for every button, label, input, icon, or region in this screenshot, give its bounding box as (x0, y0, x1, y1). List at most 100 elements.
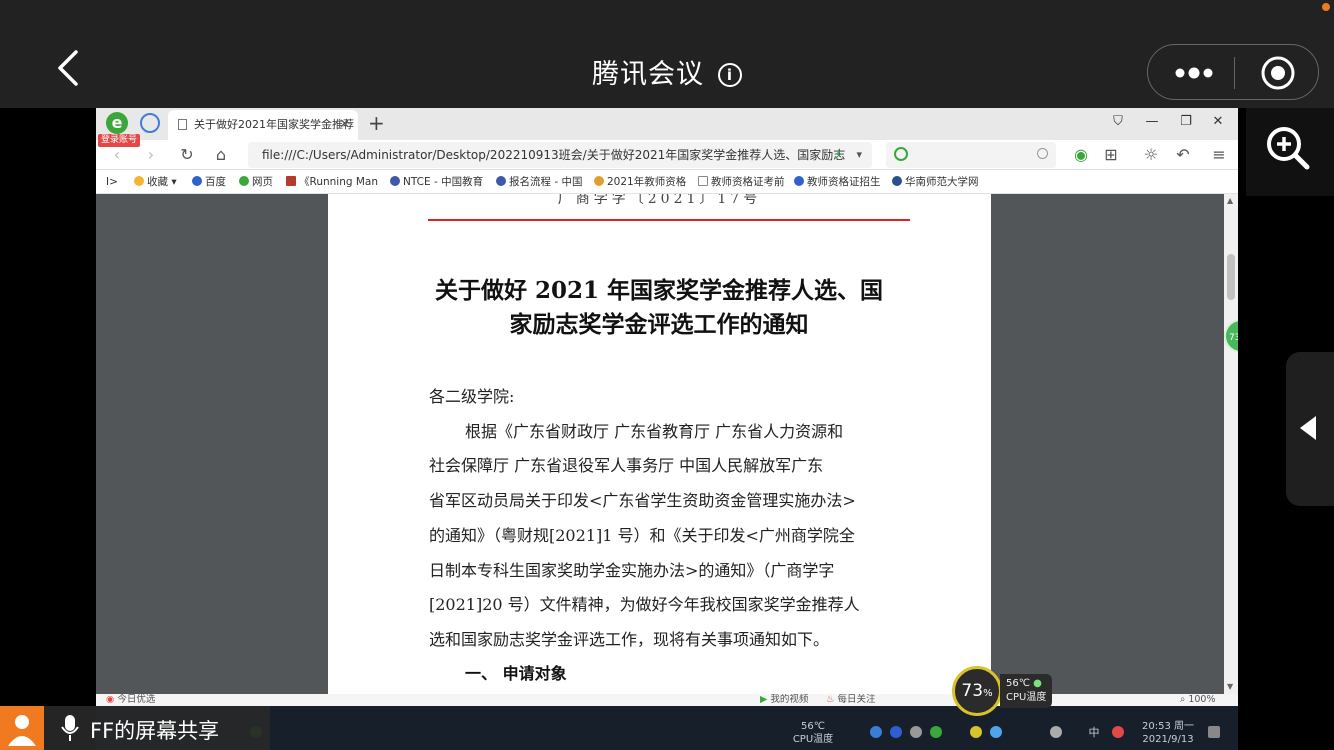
chevron-down-icon[interactable]: ▾ (856, 142, 862, 168)
tray-app-icon[interactable] (1112, 726, 1124, 738)
browser-status-bar: ◉ 今日优选 ▶ 我的视频 ♨ 每日关注 ⌕ 100% (96, 694, 1238, 706)
salutation: 各二级学院: (429, 387, 515, 406)
status-zoom[interactable]: ⌕ 100% (1180, 694, 1216, 706)
search-input[interactable] (886, 142, 1056, 168)
web-icon (239, 176, 249, 186)
bookmarks-toggle-icon[interactable]: I> (106, 175, 118, 189)
body-line: 根据《广东省财政厅 广东省教育厅 广东省人力资源和 (465, 421, 844, 441)
undo-icon[interactable]: ↶ (1174, 145, 1192, 165)
body-line: 省军区动员局关于印发<广东省学生资助资金管理实施办法> (429, 491, 856, 511)
bookmark-ntce[interactable]: NTCE - 中国教育 (390, 175, 483, 189)
tray-network-icon[interactable] (870, 726, 882, 738)
extension-icon[interactable]: ◉ (1072, 145, 1090, 165)
more-dots-icon[interactable] (1174, 65, 1214, 81)
tray-app-icon[interactable] (930, 726, 942, 738)
taskbar-clock[interactable]: 20:53 周一 2021/9/13 (1136, 720, 1200, 746)
body-line: [2021]20 号）文件精神，为做好今年我校国家奖学金推荐人 (429, 595, 860, 615)
skin-icon[interactable]: ⛉ (1108, 114, 1128, 129)
body-line: 社会保障厅 广东省退役军人事务厅 中国人民解放军广东 (429, 456, 824, 476)
browser-tab[interactable]: 关于做好2021年国家奖学金推荐 ✕ (168, 110, 358, 140)
bookmark-web[interactable]: 网页 (239, 175, 273, 189)
url-input[interactable]: file:///C:/Users/Administrator/Desktop/2… (248, 142, 872, 168)
site-icon (286, 176, 296, 186)
search-engine-icon (894, 147, 908, 161)
tray-app-icon[interactable] (890, 726, 902, 738)
refresh-icon[interactable]: ↻ (178, 145, 196, 165)
status-my-videos[interactable]: ▶ 我的视频 (760, 694, 808, 706)
status-today-picks[interactable]: ◉ 今日优选 (106, 694, 155, 706)
lightning-icon[interactable]: ⚡ (834, 142, 842, 168)
pdf-viewer[interactable]: 广商学字〔2021〕17号 关于做好 2021 年国家奖学金推荐人选、国 家励志… (96, 194, 1238, 694)
meeting-title-text: 腾讯会议 (592, 59, 704, 90)
bookmark-scnu[interactable]: 华南师范大学网 (892, 175, 979, 189)
paw-icon (192, 176, 202, 186)
notification-center-icon[interactable] (1208, 726, 1220, 738)
side-panel-toggle[interactable] (1286, 352, 1334, 506)
info-icon[interactable]: i (718, 63, 742, 87)
document-body: 各二级学院: 根据《广东省财政厅 广东省教育厅 广东省人力资源和 社会保障厅 广… (429, 380, 899, 658)
cpu-temp-label: 56℃ ● CPU温度 (1000, 674, 1052, 708)
scroll-up-icon[interactable]: ▲ (1227, 196, 1233, 205)
apps-grid-icon[interactable]: ⊞ (1102, 145, 1120, 165)
tray-volume-icon[interactable] (1050, 726, 1062, 738)
ime-indicator[interactable]: 中 (1086, 726, 1102, 739)
zoom-in-button[interactable] (1246, 108, 1334, 196)
bookmarks-bar: I> 收藏 ▾ 百度 网页 《Running Man NTCE - 中国教育 报… (96, 170, 1238, 194)
site-icon (892, 176, 902, 186)
bookmark-teacher-qualification[interactable]: 2021年教师资格 (594, 175, 686, 189)
screen-share-indicator: FF的屏幕共享 (0, 706, 270, 750)
user-icon (8, 715, 36, 746)
tab-title: 关于做好2021年国家奖学金推荐 (194, 118, 354, 131)
collapse-arrow-icon (1300, 416, 1316, 440)
tab-close-icon[interactable]: ✕ (339, 110, 350, 140)
tray-app-icon[interactable] (910, 726, 922, 738)
microphone-icon[interactable] (60, 714, 80, 742)
brightness-icon[interactable]: ☼ (1142, 145, 1160, 165)
zoom-in-icon (1267, 127, 1310, 170)
site-icon (594, 176, 604, 186)
browser-logo-icon[interactable]: e (106, 112, 128, 134)
meeting-title: 腾讯会议 i (0, 52, 1334, 91)
bookmark-running-man[interactable]: 《Running Man (286, 175, 378, 189)
tray-app-icon[interactable] (970, 726, 982, 738)
share-label: FF的屏幕共享 (90, 719, 220, 743)
leaf-icon: ● (1033, 678, 1042, 689)
home-icon[interactable]: ⌂ (212, 145, 230, 165)
bookmark-enrollment[interactable]: 教师资格证招生 (794, 175, 881, 189)
paw-icon (794, 176, 804, 186)
login-badge[interactable]: 登录账号 (98, 134, 141, 147)
bookmark-favorites[interactable]: 收藏 ▾ (134, 175, 177, 189)
bookmark-registration[interactable]: 报名流程 - 中国 (496, 175, 582, 189)
document-number: 广商学字〔2021〕17号 (557, 194, 762, 207)
bookmark-baidu[interactable]: 百度 (192, 175, 226, 189)
shared-browser-window: e 登录账号 关于做好2021年国家奖学金推荐 ✕ + ⛉ — ❐ ✕ ‹ › … (96, 108, 1238, 706)
bookmark-exam-prep[interactable]: 教师资格证考前 (698, 175, 785, 189)
section-heading: 一、 申请对象 (465, 664, 567, 683)
body-line: 日制本专科生国家奖助学金实施办法>的通知》（广商学字 (429, 560, 835, 580)
vertical-scrollbar[interactable]: ▲ ▼ (1224, 194, 1238, 694)
pill-divider (1234, 57, 1235, 89)
search-icon[interactable] (1037, 148, 1048, 159)
restore-icon[interactable]: ❐ (1176, 114, 1196, 129)
meeting-top-bar: 腾讯会议 i (0, 0, 1334, 108)
cpu-monitor-widget[interactable]: 73% 56℃ ● CPU温度 (952, 666, 1052, 716)
status-daily-focus[interactable]: ♨ 每日关注 (826, 694, 876, 706)
back-icon[interactable]: ‹ (108, 145, 126, 165)
red-header-rule (428, 219, 910, 221)
forward-icon[interactable]: › (142, 145, 160, 165)
close-window-icon[interactable]: ✕ (1208, 114, 1228, 129)
scroll-thumb[interactable] (1227, 254, 1235, 300)
meeting-actions-pill (1147, 44, 1319, 100)
avatar[interactable] (0, 706, 44, 750)
fire-icon: ♨ (826, 694, 838, 705)
record-icon[interactable] (1260, 55, 1296, 91)
notification-dot (1322, 3, 1330, 11)
body-line: 选和国家励志奖学金评选工作，现将有关事项通知如下。 (429, 629, 830, 649)
menu-icon[interactable]: ≡ (1210, 145, 1228, 165)
compass-icon[interactable] (140, 113, 160, 133)
minimize-icon[interactable]: — (1142, 114, 1162, 129)
scroll-down-icon[interactable]: ▼ (1227, 682, 1233, 691)
new-tab-icon[interactable]: + (368, 111, 385, 135)
tray-app-icon[interactable] (990, 726, 1002, 738)
screen: 腾讯会议 i e 登录账号 关于做好2021年国家奖学金推荐 ✕ + ⛉ — ❐… (0, 0, 1334, 750)
